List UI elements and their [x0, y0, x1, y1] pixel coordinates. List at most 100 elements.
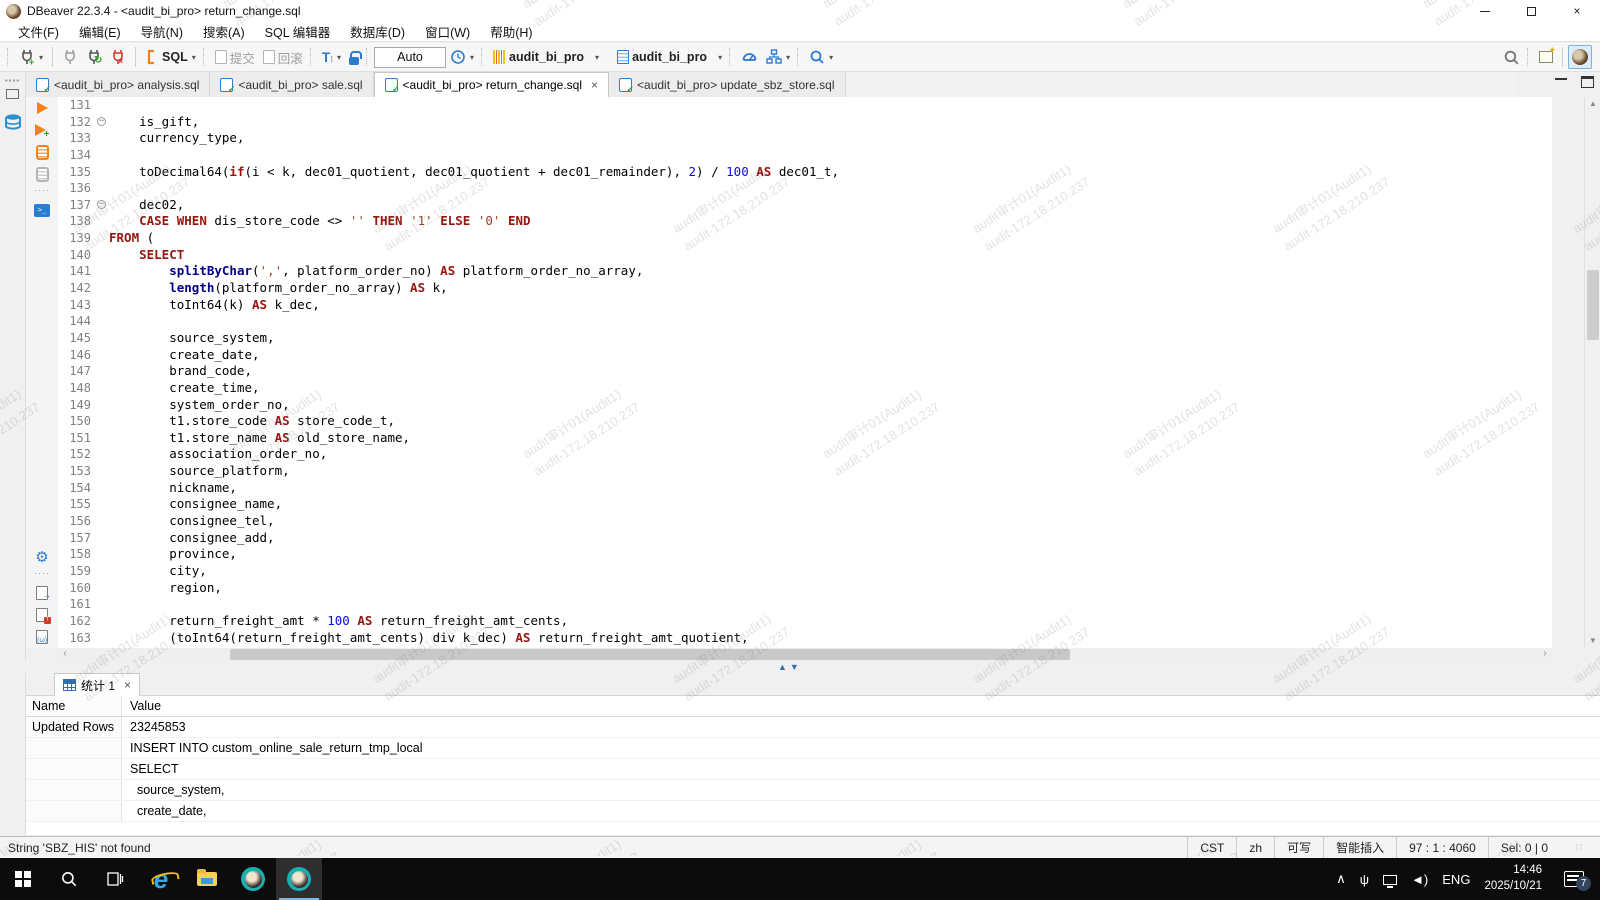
maximize-button[interactable]	[1508, 0, 1554, 22]
network-icon[interactable]	[1383, 875, 1397, 885]
sql-code-editor[interactable]: 131132− is_gift,133 currency_type,134135…	[58, 97, 1552, 648]
database-navigator-icon[interactable]	[4, 113, 22, 131]
menu-item-3[interactable]: 搜索(A)	[193, 20, 255, 43]
menu-item-2[interactable]: 导航(N)	[131, 20, 193, 43]
quick-access-search-button[interactable]	[1499, 45, 1524, 69]
statistics-tab[interactable]: 统计 1 ×	[54, 673, 140, 696]
code-token: consignee_tel,	[109, 513, 275, 528]
menu-item-5[interactable]: 数据库(D)	[340, 20, 415, 43]
fold-column	[96, 263, 109, 280]
open-sql-console-button[interactable]: >_	[26, 199, 58, 221]
fold-icon[interactable]: −	[97, 117, 106, 126]
minimize-button[interactable]	[1462, 0, 1508, 22]
table-row[interactable]: INSERT INTO custom_online_sale_return_tm…	[26, 738, 1600, 759]
editor-settings-button[interactable]: ⚙	[26, 546, 58, 568]
editor-tab-3[interactable]: <audit_bi_pro> update_sbz_store.sql	[609, 72, 845, 97]
commit-button[interactable]: 提交	[211, 45, 259, 69]
search-button[interactable]: ▾	[805, 45, 837, 69]
internet-explorer-button[interactable]: e	[138, 858, 184, 900]
connect-button[interactable]	[58, 45, 82, 69]
panel-collapse-icons[interactable]: ▲▼	[778, 662, 802, 672]
export-result-button[interactable]: →	[26, 582, 58, 604]
code-line: 155 consignee_name,	[58, 496, 1552, 513]
dbeaver-taskbar-button[interactable]	[230, 858, 276, 900]
scrollbar-thumb[interactable]	[230, 649, 1070, 660]
rollback-button[interactable]: 回滚	[259, 45, 307, 69]
new-connection-button[interactable]: + ▾	[15, 45, 47, 69]
dbeaver-perspective-button[interactable]	[1568, 45, 1592, 69]
menu-item-6[interactable]: 窗口(W)	[415, 20, 480, 43]
horizontal-scrollbar[interactable]: ‹ ›	[58, 648, 1552, 661]
notification-center-button[interactable]: 7	[1564, 871, 1584, 887]
history-button[interactable]: ▾	[446, 45, 478, 69]
disconnect-button[interactable]: ×	[106, 45, 130, 69]
show-output-button[interactable]: (ω)	[26, 626, 58, 648]
explain-plan-icon	[36, 167, 49, 182]
scroll-left-icon[interactable]: ‹	[58, 648, 72, 661]
explain-plan-button[interactable]	[26, 163, 58, 185]
topology-button[interactable]: ▾	[762, 45, 794, 69]
restore-view-icon[interactable]	[6, 89, 19, 99]
drag-handle-icon[interactable]: ▪▪▪▪	[0, 76, 25, 85]
dbeaver-taskbar-button-active[interactable]	[276, 858, 322, 900]
menu-item-0[interactable]: 文件(F)	[8, 20, 69, 43]
menu-item-4[interactable]: SQL 编辑器	[255, 20, 341, 43]
file-explorer-button[interactable]	[184, 858, 230, 900]
close-button[interactable]: ×	[1554, 0, 1600, 22]
tray-expand-icon[interactable]: ∧	[1336, 871, 1346, 887]
cell-name	[26, 738, 122, 758]
close-icon[interactable]: ×	[124, 678, 131, 692]
minimize-editor-icon[interactable]	[1555, 76, 1567, 80]
menu-item-1[interactable]: 编辑(E)	[69, 20, 131, 43]
lock-button[interactable]	[345, 45, 363, 69]
chevron-down-icon: ▾	[337, 53, 341, 62]
reconnect-button[interactable]: ↻	[82, 45, 106, 69]
column-header-value[interactable]: Value	[122, 696, 1600, 716]
dashboard-button[interactable]	[737, 45, 762, 69]
task-view-button[interactable]	[92, 858, 138, 900]
commit-mode-select[interactable]: Auto	[374, 47, 446, 68]
editor-tab-1[interactable]: <audit_bi_pro> sale.sql	[210, 72, 373, 97]
menu-item-7[interactable]: 帮助(H)	[480, 20, 542, 43]
code-token: currency_type,	[109, 130, 244, 145]
usb-icon[interactable]: ψ	[1360, 872, 1369, 887]
execute-statement-button[interactable]	[26, 97, 58, 119]
open-perspective-button[interactable]	[1535, 45, 1557, 69]
maximize-editor-icon[interactable]	[1581, 76, 1594, 88]
code-token: ELSE	[440, 213, 470, 228]
scroll-right-icon[interactable]: ›	[1538, 648, 1552, 661]
execute-script-button[interactable]	[26, 141, 58, 163]
taskbar-search-button[interactable]	[46, 858, 92, 900]
code-line: 161	[58, 596, 1552, 613]
table-row[interactable]: Updated Rows23245853	[26, 717, 1600, 738]
code-text: source_platform,	[109, 463, 290, 480]
editor-tab-2[interactable]: <audit_bi_pro> return_change.sql×	[374, 72, 609, 97]
language-indicator[interactable]: ENG	[1442, 872, 1470, 887]
execute-new-tab-button[interactable]: +	[26, 119, 58, 141]
code-line: 145 source_system,	[58, 330, 1552, 347]
panel-splitter[interactable]: ▲▼	[0, 661, 1600, 673]
code-token	[500, 213, 508, 228]
scrollbar-thumb[interactable]	[1587, 270, 1599, 340]
start-button[interactable]	[0, 858, 46, 900]
taskbar-clock[interactable]: 14:46 2025/10/21	[1484, 863, 1542, 894]
vertical-scrollbar[interactable]: ▲ ▼	[1584, 97, 1600, 648]
column-header-name[interactable]: Name	[26, 696, 122, 716]
fold-icon[interactable]: −	[97, 200, 106, 209]
scroll-up-icon[interactable]: ▲	[1585, 97, 1600, 111]
sql-editor-button[interactable]: SQL ▾	[141, 45, 200, 69]
close-icon[interactable]: ×	[591, 78, 598, 92]
connection-selector[interactable]: audit_bi_pro ▾	[489, 45, 603, 69]
editor-tab-label: <audit_bi_pro> update_sbz_store.sql	[637, 78, 834, 92]
editor-tab-0[interactable]: <audit_bi_pro> analysis.sql	[26, 72, 210, 97]
table-row[interactable]: source_system,	[26, 780, 1600, 801]
scroll-down-icon[interactable]: ▼	[1585, 634, 1600, 648]
table-row[interactable]: SELECT	[26, 759, 1600, 780]
save-errors-button[interactable]: !	[26, 604, 58, 626]
speaker-icon[interactable]: ◄)	[1411, 872, 1428, 887]
transaction-log-button[interactable]: T⁞ ▾	[318, 45, 345, 69]
database-selector[interactable]: audit_bi_pro ▾	[613, 45, 726, 69]
gear-icon: ⚙	[35, 550, 48, 565]
code-line: 131	[58, 97, 1552, 114]
table-row[interactable]: create_date,	[26, 801, 1600, 822]
